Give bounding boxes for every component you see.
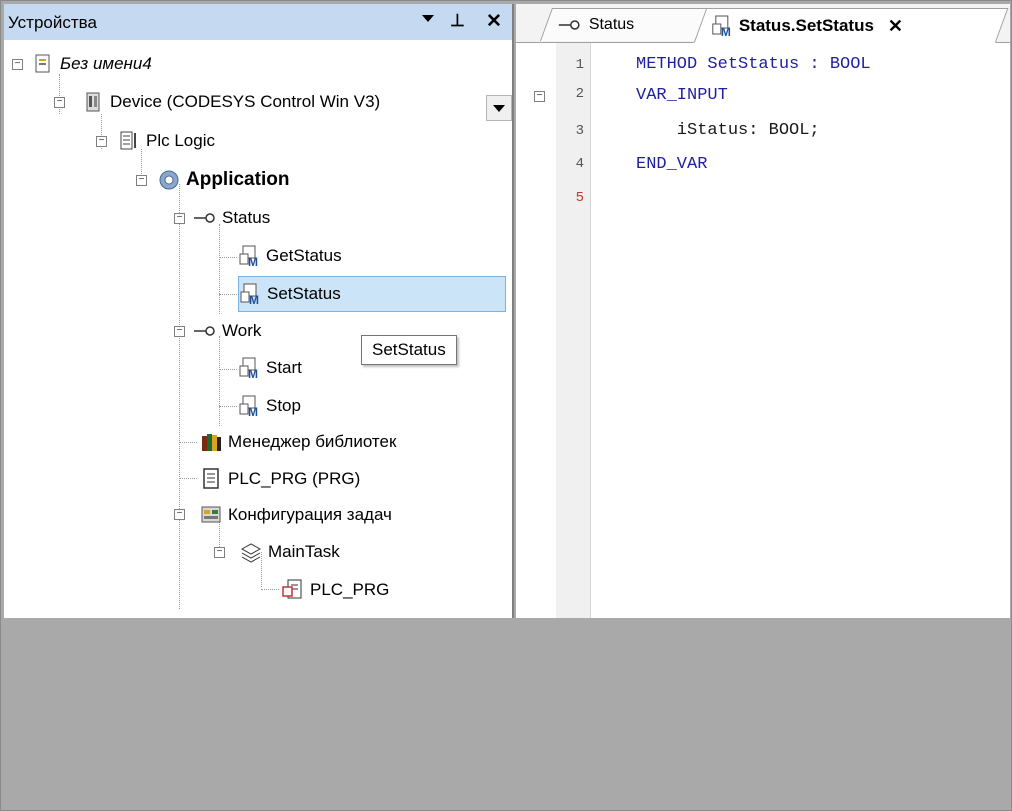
tree-item-label: Work xyxy=(222,321,262,340)
ide-window: Устройства ⊥ ✕ − Без имени4 − Device (CO… xyxy=(0,0,1012,811)
method-icon: M xyxy=(238,395,260,419)
tree-item-label: Device (CODESYS Control Win V3) xyxy=(110,92,381,111)
close-icon[interactable]: ✕ xyxy=(486,10,502,33)
tree-item-stop[interactable]: M Stop xyxy=(238,391,301,421)
program-call-icon xyxy=(282,579,304,601)
line-number-gutter: 1 2 3 4 5 xyxy=(556,43,591,618)
tree-item-status-interface[interactable]: Status xyxy=(192,203,270,233)
interface-icon xyxy=(192,207,216,229)
method-icon: M xyxy=(239,283,261,307)
collapse-toggle[interactable]: − xyxy=(136,175,147,186)
line-number: 1 xyxy=(575,57,584,73)
tree-item-label: GetStatus xyxy=(266,246,342,265)
tree-item-application[interactable]: Application xyxy=(158,165,289,195)
code-line: END_VAR xyxy=(636,155,708,174)
tree-item-label: MainTask xyxy=(268,542,340,561)
empty-workspace-area xyxy=(1,620,1011,810)
tooltip: SetStatus xyxy=(361,335,457,365)
tree-item-label: PLC_PRG xyxy=(310,580,390,599)
task-config-icon xyxy=(200,504,222,526)
tree-item-label: Status xyxy=(222,208,271,227)
tree-item-label: Plc Logic xyxy=(146,131,215,150)
code-line: METHOD SetStatus : BOOL xyxy=(636,55,871,74)
svg-text:M: M xyxy=(248,367,258,379)
collapse-toggle[interactable]: − xyxy=(174,213,185,224)
tab-label: Status xyxy=(588,16,635,33)
tree-item-label: SetStatus xyxy=(267,284,341,303)
editor-panel: Status M Status.SetStatus ✕ 1 2 3 4 5 − … xyxy=(516,4,1010,618)
tree-item-start[interactable]: M Start xyxy=(238,353,302,383)
code-line: iStatus: BOOL; xyxy=(636,121,820,140)
project-dropdown-button[interactable] xyxy=(486,95,512,121)
devices-panel-titlebar: Устройства ⊥ ✕ xyxy=(4,4,512,40)
application-gear-icon xyxy=(158,169,180,191)
method-icon: M xyxy=(711,15,733,39)
device-tree: − Без имени4 − Device (CODESYS Control W… xyxy=(4,44,512,618)
project-icon xyxy=(32,53,54,75)
collapse-toggle[interactable]: − xyxy=(174,509,185,520)
interface-icon xyxy=(192,320,216,342)
svg-text:M: M xyxy=(248,405,258,417)
collapse-toggle[interactable]: − xyxy=(174,326,185,337)
tree-item-maintask[interactable]: MainTask xyxy=(240,537,340,567)
collapse-toggle[interactable]: − xyxy=(54,97,65,108)
pin-icon[interactable]: ⊥ xyxy=(450,11,465,31)
tab-status[interactable]: Status xyxy=(539,8,715,41)
device-icon xyxy=(82,91,104,113)
collapse-toggle[interactable]: − xyxy=(96,136,107,147)
tree-item-plc-logic[interactable]: Plc Logic xyxy=(118,126,215,156)
tab-close-icon[interactable]: ✕ xyxy=(888,15,903,36)
collapse-toggle[interactable]: − xyxy=(12,59,23,70)
tree-item-getstatus[interactable]: M GetStatus xyxy=(238,241,342,271)
method-icon: M xyxy=(238,357,260,381)
plc-logic-icon xyxy=(118,130,140,152)
code-editor[interactable]: 1 2 3 4 5 − METHOD SetStatus : BOOL VAR_… xyxy=(516,43,1010,618)
library-books-icon xyxy=(200,431,222,453)
panel-menu-icon[interactable] xyxy=(422,15,434,22)
tree-item-setstatus[interactable]: M SetStatus xyxy=(238,276,506,312)
tree-item-label: Менеджер библиотек xyxy=(228,432,397,451)
tab-label: Status.SetStatus xyxy=(739,15,875,35)
task-stack-icon xyxy=(240,541,262,563)
program-icon xyxy=(200,468,222,490)
devices-panel: Устройства ⊥ ✕ − Без имени4 − Device (CO… xyxy=(4,4,514,618)
tree-item-device[interactable]: Device (CODESYS Control Win V3) xyxy=(82,87,380,117)
line-number: 3 xyxy=(575,123,584,139)
svg-text:M: M xyxy=(721,25,731,37)
svg-text:M: M xyxy=(248,255,258,267)
tree-item-library-manager[interactable]: Менеджер библиотек xyxy=(200,427,396,457)
method-icon: M xyxy=(238,245,260,269)
tree-item-label: Конфигурация задач xyxy=(228,505,392,524)
tree-item-label: Start xyxy=(266,358,302,377)
interface-icon xyxy=(557,14,581,36)
tree-item-project[interactable]: Без имени4 xyxy=(32,49,152,79)
code-line: VAR_INPUT xyxy=(636,86,728,105)
tree-item-label: Stop xyxy=(266,396,301,415)
svg-text:M: M xyxy=(249,293,259,305)
line-number: 5 xyxy=(575,190,584,206)
tree-item-label: Без имени4 xyxy=(60,54,152,73)
tree-item-plc-prg[interactable]: PLC_PRG (PRG) xyxy=(200,464,360,494)
collapse-toggle[interactable]: − xyxy=(214,547,225,558)
tree-item-task-config[interactable]: Конфигурация задач xyxy=(200,500,392,530)
line-number: 2 xyxy=(575,86,584,102)
tree-item-work-interface[interactable]: Work xyxy=(192,316,261,346)
line-number: 4 xyxy=(575,156,584,172)
tab-status-setstatus[interactable]: M Status.SetStatus ✕ xyxy=(693,8,1009,43)
editor-tabbar: Status M Status.SetStatus ✕ xyxy=(516,4,1010,43)
tree-item-plc-prg-call[interactable]: PLC_PRG xyxy=(282,575,389,605)
devices-panel-title: Устройства xyxy=(8,13,97,32)
fold-toggle[interactable]: − xyxy=(534,91,545,102)
tree-item-label: Application xyxy=(186,169,290,190)
tree-item-label: PLC_PRG (PRG) xyxy=(228,469,361,488)
